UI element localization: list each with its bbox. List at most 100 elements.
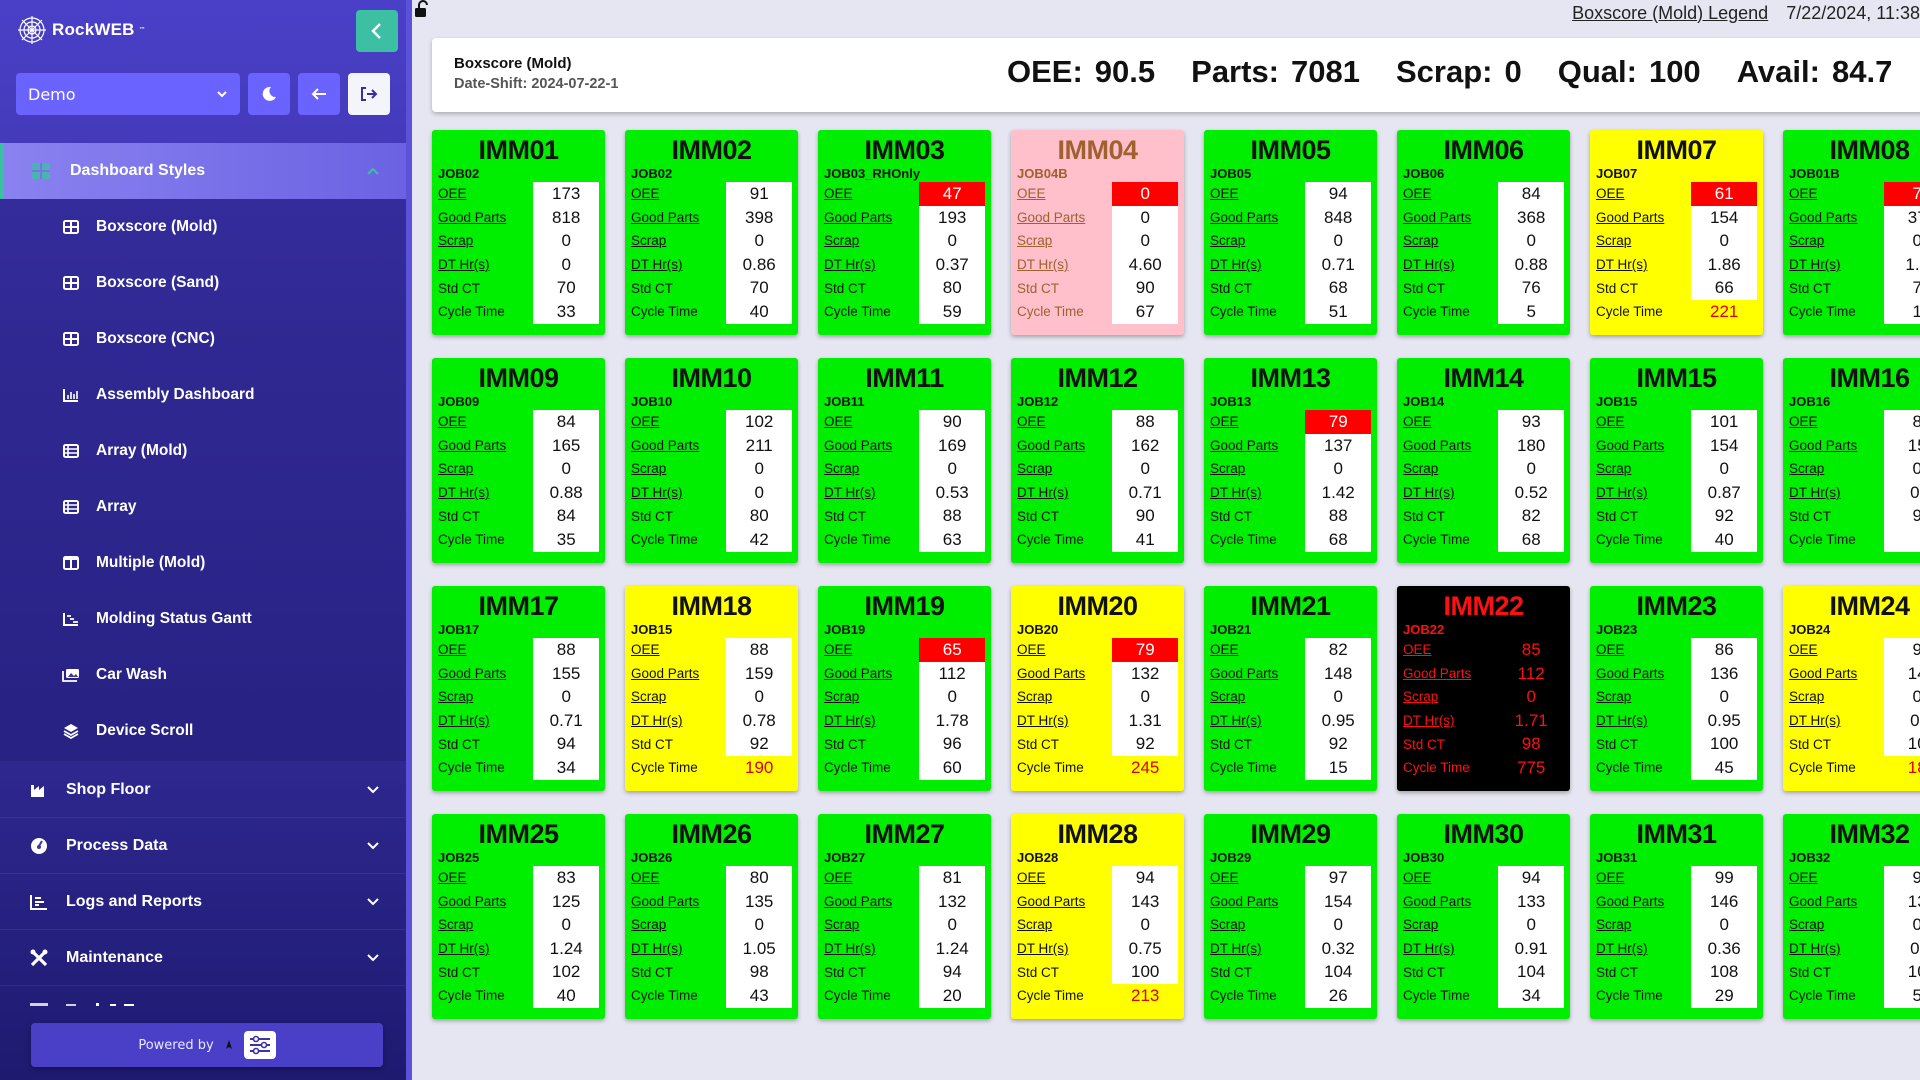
metric-label[interactable]: OEE [1403, 414, 1498, 429]
metric-label[interactable]: DT Hr(s) [1017, 257, 1112, 272]
metric-label[interactable]: Good Parts [824, 438, 919, 453]
sidebar-item-boxscore-mold[interactable]: Boxscore (Mold) [62, 199, 217, 255]
machine-tile[interactable]: IMM13 JOB13 OEE 79 Good Parts 137 Scrap 0 DT Hr(… [1204, 358, 1377, 563]
metric-label[interactable]: OEE [438, 870, 533, 885]
menu-group-logs-and-reports[interactable]: Logs and Reports [0, 874, 406, 930]
metric-label[interactable]: DT Hr(s) [1210, 485, 1305, 500]
metric-label[interactable]: Scrap [824, 917, 919, 932]
machine-tile[interactable]: IMM10 JOB10 OEE 102 Good Parts 211 Scrap 0 DT Hr… [625, 358, 798, 563]
metric-label[interactable]: Scrap [1017, 233, 1112, 248]
brand[interactable]: RockWEB ™ [16, 14, 146, 46]
metric-label[interactable]: DT Hr(s) [631, 485, 726, 500]
metric-label[interactable]: Good Parts [1403, 210, 1498, 225]
metric-label[interactable]: Good Parts [1210, 210, 1305, 225]
metric-label[interactable]: Good Parts [1017, 438, 1112, 453]
metric-label[interactable]: OEE [1789, 870, 1884, 885]
metric-label[interactable]: Scrap [1789, 689, 1884, 704]
metric-label[interactable]: OEE [1789, 414, 1884, 429]
metric-label[interactable]: Scrap [1017, 689, 1112, 704]
metric-label[interactable]: Good Parts [1789, 438, 1884, 453]
metric-label[interactable]: Scrap [1789, 917, 1884, 932]
machine-tile[interactable]: IMM22 JOB22 OEE 85 Good Parts 112 Scrap 0 DT Hr(… [1397, 586, 1570, 791]
metric-label[interactable]: Scrap [1210, 689, 1305, 704]
metric-label[interactable]: Scrap [1596, 461, 1691, 476]
metric-label[interactable]: DT Hr(s) [1596, 485, 1691, 500]
machine-tile[interactable]: IMM06 JOB06 OEE 84 Good Parts 368 Scrap 0 DT Hr(… [1397, 130, 1570, 335]
dark-mode-button[interactable] [248, 73, 290, 115]
metric-label[interactable]: Scrap [1596, 689, 1691, 704]
metric-label[interactable]: Scrap [1017, 917, 1112, 932]
metric-label[interactable]: OEE [1017, 414, 1112, 429]
metric-label[interactable]: Scrap [1596, 917, 1691, 932]
metric-label[interactable]: Good Parts [1017, 894, 1112, 909]
metric-label[interactable]: DT Hr(s) [824, 485, 919, 500]
metric-label[interactable]: OEE [824, 870, 919, 885]
metric-label[interactable]: Good Parts [1789, 666, 1884, 681]
metric-label[interactable]: OEE [1210, 186, 1305, 201]
metric-label[interactable]: OEE [1596, 642, 1691, 657]
metric-label[interactable]: OEE [1403, 642, 1498, 657]
metric-label[interactable]: OEE [631, 186, 726, 201]
metric-label[interactable]: Scrap [1403, 233, 1498, 248]
metric-label[interactable]: Good Parts [1596, 666, 1691, 681]
metric-label[interactable]: DT Hr(s) [1403, 941, 1498, 956]
metric-label[interactable]: Scrap [1789, 461, 1884, 476]
metric-label[interactable]: DT Hr(s) [1789, 257, 1884, 272]
metric-label[interactable]: Good Parts [631, 894, 726, 909]
metric-label[interactable]: Good Parts [824, 666, 919, 681]
metric-label[interactable]: OEE [631, 414, 726, 429]
machine-tile[interactable]: IMM20 JOB20 OEE 79 Good Parts 132 Scrap 0 DT Hr(… [1011, 586, 1184, 791]
metric-label[interactable]: Good Parts [1789, 894, 1884, 909]
metric-label[interactable]: Good Parts [1017, 210, 1112, 225]
logout-button[interactable] [348, 73, 390, 115]
metric-label[interactable]: Good Parts [631, 210, 726, 225]
metric-label[interactable]: OEE [1789, 186, 1884, 201]
machine-tile[interactable]: IMM29 JOB29 OEE 97 Good Parts 154 Scrap 0 DT Hr(… [1204, 814, 1377, 1019]
sidebar-item-array[interactable]: Array [62, 479, 137, 535]
metric-label[interactable]: Good Parts [1403, 666, 1498, 681]
machine-tile[interactable]: IMM23 JOB23 OEE 86 Good Parts 136 Scrap 0 DT Hr(… [1590, 586, 1763, 791]
metric-label[interactable]: DT Hr(s) [1210, 257, 1305, 272]
metric-label[interactable]: Good Parts [1403, 438, 1498, 453]
machine-tile[interactable]: IMM01 JOB02 OEE 173 Good Parts 818 Scrap 0 DT Hr… [432, 130, 605, 335]
metric-label[interactable]: Scrap [438, 233, 533, 248]
metric-label[interactable]: OEE [1210, 870, 1305, 885]
machine-tile[interactable]: IMM25 JOB25 OEE 83 Good Parts 125 Scrap 0 DT Hr(… [432, 814, 605, 1019]
machine-tile[interactable]: IMM14 JOB14 OEE 93 Good Parts 180 Scrap 0 DT Hr(… [1397, 358, 1570, 563]
metric-label[interactable]: Good Parts [438, 666, 533, 681]
metric-label[interactable]: Scrap [631, 233, 726, 248]
metric-label[interactable]: OEE [1210, 414, 1305, 429]
metric-label[interactable]: DT Hr(s) [1789, 713, 1884, 728]
metric-label[interactable]: OEE [631, 642, 726, 657]
metric-label[interactable]: OEE [1403, 870, 1498, 885]
metric-label[interactable]: OEE [824, 642, 919, 657]
metric-label[interactable]: Good Parts [1789, 210, 1884, 225]
metric-label[interactable]: DT Hr(s) [1403, 713, 1498, 728]
metric-label[interactable]: OEE [438, 642, 533, 657]
menu-group-process-data[interactable]: Process Data [0, 818, 406, 874]
machine-tile[interactable]: IMM02 JOB02 OEE 91 Good Parts 398 Scrap 0 DT Hr(… [625, 130, 798, 335]
metric-label[interactable]: OEE [1017, 870, 1112, 885]
collapse-sidebar-button[interactable] [356, 10, 398, 52]
metric-label[interactable]: DT Hr(s) [1403, 257, 1498, 272]
metric-label[interactable]: OEE [1596, 870, 1691, 885]
metric-label[interactable]: Good Parts [824, 894, 919, 909]
metric-label[interactable]: OEE [1403, 186, 1498, 201]
metric-label[interactable]: Scrap [1210, 917, 1305, 932]
metric-label[interactable]: Good Parts [1210, 438, 1305, 453]
metric-label[interactable]: DT Hr(s) [1210, 713, 1305, 728]
metric-label[interactable]: DT Hr(s) [1789, 941, 1884, 956]
metric-label[interactable]: Good Parts [1596, 210, 1691, 225]
metric-label[interactable]: DT Hr(s) [1596, 713, 1691, 728]
metric-label[interactable]: DT Hr(s) [438, 485, 533, 500]
metric-label[interactable]: DT Hr(s) [1210, 941, 1305, 956]
machine-tile[interactable]: IMM16JOB16OEE8Good Parts15Scrap0DT Hr(s)… [1783, 358, 1920, 563]
sidebar-item-array-mold[interactable]: Array (Mold) [62, 423, 187, 479]
metric-label[interactable]: DT Hr(s) [1596, 941, 1691, 956]
metric-label[interactable]: DT Hr(s) [631, 941, 726, 956]
metric-label[interactable]: Good Parts [824, 210, 919, 225]
sidebar-item-device-scroll[interactable]: Device Scroll [62, 703, 193, 759]
machine-tile[interactable]: IMM26 JOB26 OEE 80 Good Parts 135 Scrap 0 DT Hr(… [625, 814, 798, 1019]
metric-label[interactable]: DT Hr(s) [824, 713, 919, 728]
metric-label[interactable]: Good Parts [438, 438, 533, 453]
